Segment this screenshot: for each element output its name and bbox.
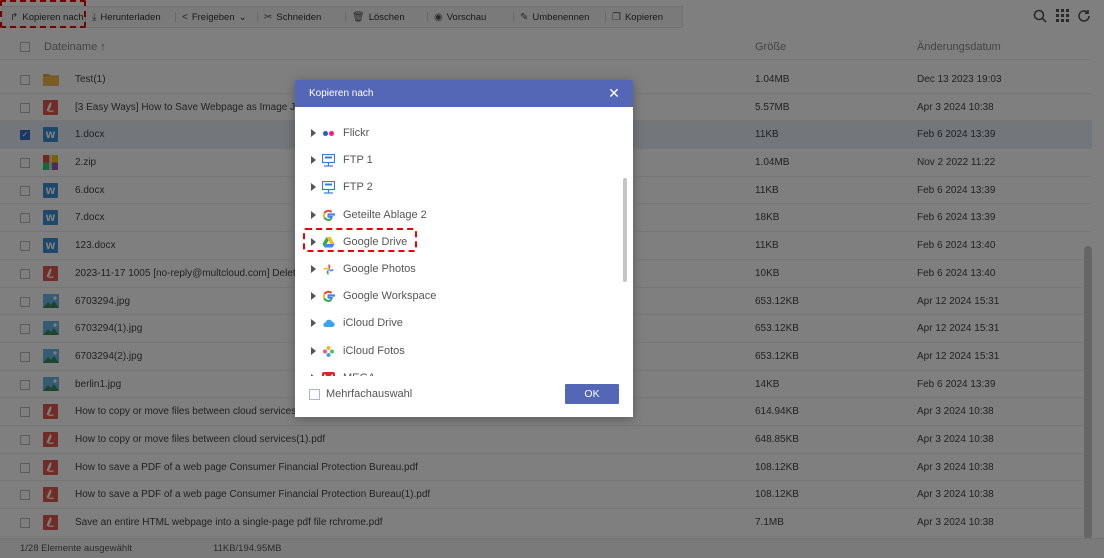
- dialog-scrollbar[interactable]: [623, 178, 627, 282]
- multi-select-checkbox[interactable]: [309, 388, 320, 400]
- cloud-item-google-photos[interactable]: Google Photos: [295, 256, 621, 283]
- close-icon[interactable]: ✕: [607, 86, 621, 100]
- expand-caret-icon[interactable]: [311, 292, 316, 301]
- expand-caret-icon[interactable]: [311, 237, 316, 246]
- expand-caret-icon[interactable]: [311, 210, 316, 219]
- copy-to-dialog: Kopieren nach ✕ Flickr FTP 1 FTP 2 Geteilte…: [295, 80, 633, 417]
- cloud-item-label: Google Workspace: [343, 290, 437, 303]
- google-icon: [322, 290, 336, 303]
- cloud-item-label: FTP 1: [343, 154, 373, 167]
- multi-select-label: Mehrfachauswahl: [326, 388, 413, 400]
- cloud-item-label: Google Photos: [343, 262, 416, 275]
- cloud-item-google-drive[interactable]: Google Drive: [295, 229, 621, 256]
- expand-caret-icon[interactable]: [311, 183, 316, 192]
- google-drive-icon: [322, 236, 335, 249]
- dialog-header: Kopieren nach ✕: [295, 80, 633, 107]
- cloud-item-icloud-drive[interactable]: iCloud Drive: [295, 310, 621, 337]
- ftp-icon: [321, 181, 336, 194]
- multi-select-toggle[interactable]: Mehrfachauswahl: [309, 388, 412, 400]
- cloud-item-label: Flickr: [343, 127, 370, 139]
- cloud-item-geteilte-ablage-2[interactable]: Geteilte Ablage 2: [295, 202, 621, 229]
- expand-caret-icon[interactable]: [311, 129, 316, 137]
- dialog-footer: Mehrfachauswahl OK: [295, 376, 633, 417]
- expand-caret-icon[interactable]: [311, 156, 316, 165]
- expand-caret-icon[interactable]: [311, 264, 316, 273]
- cloud-item-ftp-2[interactable]: FTP 2: [295, 174, 621, 201]
- ok-button[interactable]: OK: [565, 384, 619, 404]
- cloud-tree: Flickr FTP 1 FTP 2 Geteilte Ablage 2 Google …: [295, 120, 621, 376]
- ftp-icon: [321, 154, 336, 167]
- cloud-item-label: Google Drive: [343, 235, 408, 248]
- icloud-icon: [322, 317, 335, 330]
- cloud-item-flickr[interactable]: Flickr: [295, 120, 621, 147]
- cloud-item-label: FTP 2: [343, 181, 373, 194]
- cloud-item-ftp-1[interactable]: FTP 1: [295, 147, 621, 174]
- cloud-item-label: iCloud Fotos: [343, 344, 405, 357]
- expand-caret-icon[interactable]: [311, 346, 316, 355]
- google-icon: [322, 209, 336, 222]
- google-photos-icon: [322, 263, 335, 276]
- cloud-item-mega[interactable]: MEGA: [295, 365, 621, 376]
- icloud-photos-icon: [322, 345, 335, 358]
- dialog-title: Kopieren nach: [309, 88, 374, 99]
- expand-caret-icon[interactable]: [311, 319, 316, 328]
- cloud-item-label: Geteilte Ablage 2: [343, 208, 427, 221]
- cloud-item-google-workspace[interactable]: Google Workspace: [295, 283, 621, 310]
- cloud-item-icloud-fotos[interactable]: iCloud Fotos: [295, 338, 621, 365]
- cloud-item-label: iCloud Drive: [343, 317, 403, 330]
- flickr-icon: [322, 127, 335, 140]
